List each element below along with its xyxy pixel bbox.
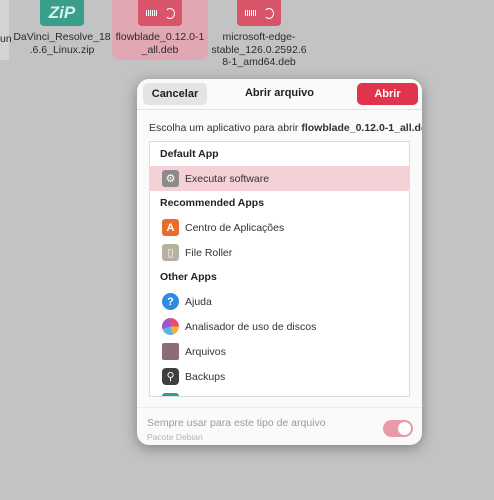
deb-package-icon <box>138 0 182 26</box>
app-item-label: Analisador de uso de discos <box>185 320 317 333</box>
prompt-filename: flowblade_0.12.0-1_all.deb <box>301 122 422 134</box>
app-item-ajuda[interactable]: ? Ajuda <box>150 289 409 314</box>
app-item-label: File Roller <box>185 246 233 259</box>
always-use-toggle[interactable] <box>383 420 413 437</box>
cancel-button[interactable]: Cancelar <box>143 83 207 105</box>
app-item-file-roller[interactable]: ▯ File Roller <box>150 240 409 265</box>
deb-package-icon <box>237 0 281 26</box>
dialog-header: Cancelar Abrir arquivo Abrir <box>137 79 422 109</box>
app-item-label: Ajuda <box>185 295 212 308</box>
app-item-label: Centro de Aplicações <box>185 221 285 234</box>
app-list[interactable]: Default App ⚙ Executar software Recommen… <box>149 141 410 397</box>
app-item-arquivos[interactable]: Arquivos <box>150 339 409 364</box>
app-item-executar-software[interactable]: ⚙ Executar software <box>150 166 409 191</box>
help-icon: ? <box>162 293 179 310</box>
zip-file-icon: ZiP <box>40 0 84 26</box>
gear-icon: ⚙ <box>162 170 179 187</box>
app-item-centro-de-aplicacoes[interactable]: A Centro de Aplicações <box>150 215 409 240</box>
app-center-icon: A <box>162 219 179 236</box>
app-item-label: Backups <box>185 370 226 383</box>
dialog-prompt: Escolha um aplicativo para abrir flowbla… <box>149 122 422 134</box>
app-icon <box>162 393 179 396</box>
section-default-app: Default App <box>160 148 219 160</box>
app-item-label: Executar software <box>185 172 270 185</box>
open-button[interactable]: Abrir <box>357 83 418 105</box>
app-item-analisador-de-discos[interactable]: Analisador de uso de discos <box>150 314 409 339</box>
mime-type-label: Pacote Debian <box>147 432 203 442</box>
app-item-partial[interactable] <box>150 389 409 396</box>
dialog-title: Abrir arquivo <box>244 87 315 99</box>
section-recommended-apps: Recommended Apps <box>160 197 265 209</box>
archive-icon: ▯ <box>162 244 179 261</box>
folder-icon <box>162 343 179 360</box>
header-divider <box>137 109 422 110</box>
desktop-file-label: microsoft-edge- stable_126.0.2592.6 8-1_… <box>211 31 307 68</box>
backup-icon: ⚲ <box>162 368 179 385</box>
footer-divider <box>137 407 422 408</box>
desktop-file-edge[interactable]: microsoft-edge- stable_126.0.2592.6 8-1_… <box>199 0 319 69</box>
open-with-dialog: Cancelar Abrir arquivo Abrir Escolha um … <box>137 79 422 445</box>
app-item-backups[interactable]: ⚲ Backups <box>150 364 409 389</box>
section-other-apps: Other Apps <box>160 271 217 283</box>
disk-usage-icon <box>162 318 179 335</box>
app-item-label: Arquivos <box>185 345 226 358</box>
toggle-knob <box>398 422 411 435</box>
always-use-label: Sempre usar para este tipo de arquivo <box>147 417 326 429</box>
